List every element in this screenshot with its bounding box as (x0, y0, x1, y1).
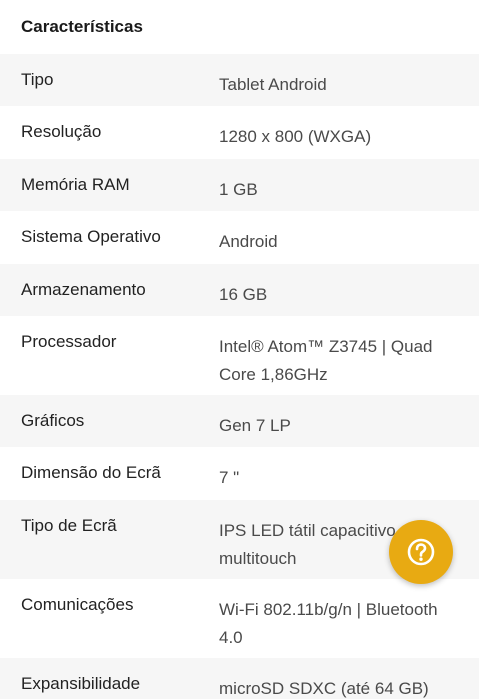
product-specs-page: Características Tipo Tablet Android Reso… (0, 0, 479, 699)
spec-value: 16 GB (219, 285, 268, 304)
spec-row-graficos: Gráficos Gen 7 LP (0, 395, 479, 447)
spec-label: Tipo (21, 70, 54, 89)
spec-row-tipo: Tipo Tablet Android (0, 54, 479, 106)
spec-row-armazenamento: Armazenamento 16 GB (0, 264, 479, 316)
spec-row-sistema-operativo: Sistema Operativo Android (0, 211, 479, 264)
spec-value: 1280 x 800 (WXGA) (219, 127, 372, 146)
spec-row-comunicacoes: Comunicações Wi-Fi 802.11b/g/n | Bluetoo… (0, 579, 479, 658)
spec-row-expansibilidade: Expansibilidade microSD SDXC (até 64 GB) (0, 658, 479, 699)
spec-label: Expansibilidade (21, 674, 141, 693)
spec-label: Comunicações (21, 595, 134, 614)
section-title: Características (21, 17, 143, 36)
spec-value: Android (219, 232, 278, 251)
spec-label: Memória RAM (21, 175, 130, 194)
spec-label: Dimensão do Ecrã (21, 463, 161, 482)
help-button[interactable] (389, 520, 453, 584)
spec-label: Gráficos (21, 411, 85, 430)
spec-table: Tipo Tablet Android Resolução 1280 x 800… (0, 54, 479, 699)
spec-value: microSD SDXC (até 64 GB) (219, 679, 429, 698)
spec-value: Intel® Atom™ Z3745 | Quad Core 1,86GHz (219, 337, 433, 384)
spec-value: 7 " (219, 468, 240, 487)
spec-label: Armazenamento (21, 280, 146, 299)
spec-row-dimensao-ecra: Dimensão do Ecrã 7 " (0, 447, 479, 500)
spec-value: Gen 7 LP (219, 416, 291, 435)
spec-value: Tablet Android (219, 75, 327, 94)
spec-row-processador: Processador Intel® Atom™ Z3745 | Quad Co… (0, 316, 479, 395)
spec-label: Processador (21, 332, 117, 351)
spec-row-memoria-ram: Memória RAM 1 GB (0, 159, 479, 211)
spec-label: Tipo de Ecrã (21, 516, 117, 535)
spec-value: Wi-Fi 802.11b/g/n | Bluetooth 4.0 (219, 600, 438, 647)
spec-value: 1 GB (219, 180, 258, 199)
spec-label: Sistema Operativo (21, 227, 161, 246)
question-circle-icon (406, 537, 436, 567)
spec-label: Resolução (21, 122, 102, 141)
spec-row-resolucao: Resolução 1280 x 800 (WXGA) (0, 106, 479, 159)
